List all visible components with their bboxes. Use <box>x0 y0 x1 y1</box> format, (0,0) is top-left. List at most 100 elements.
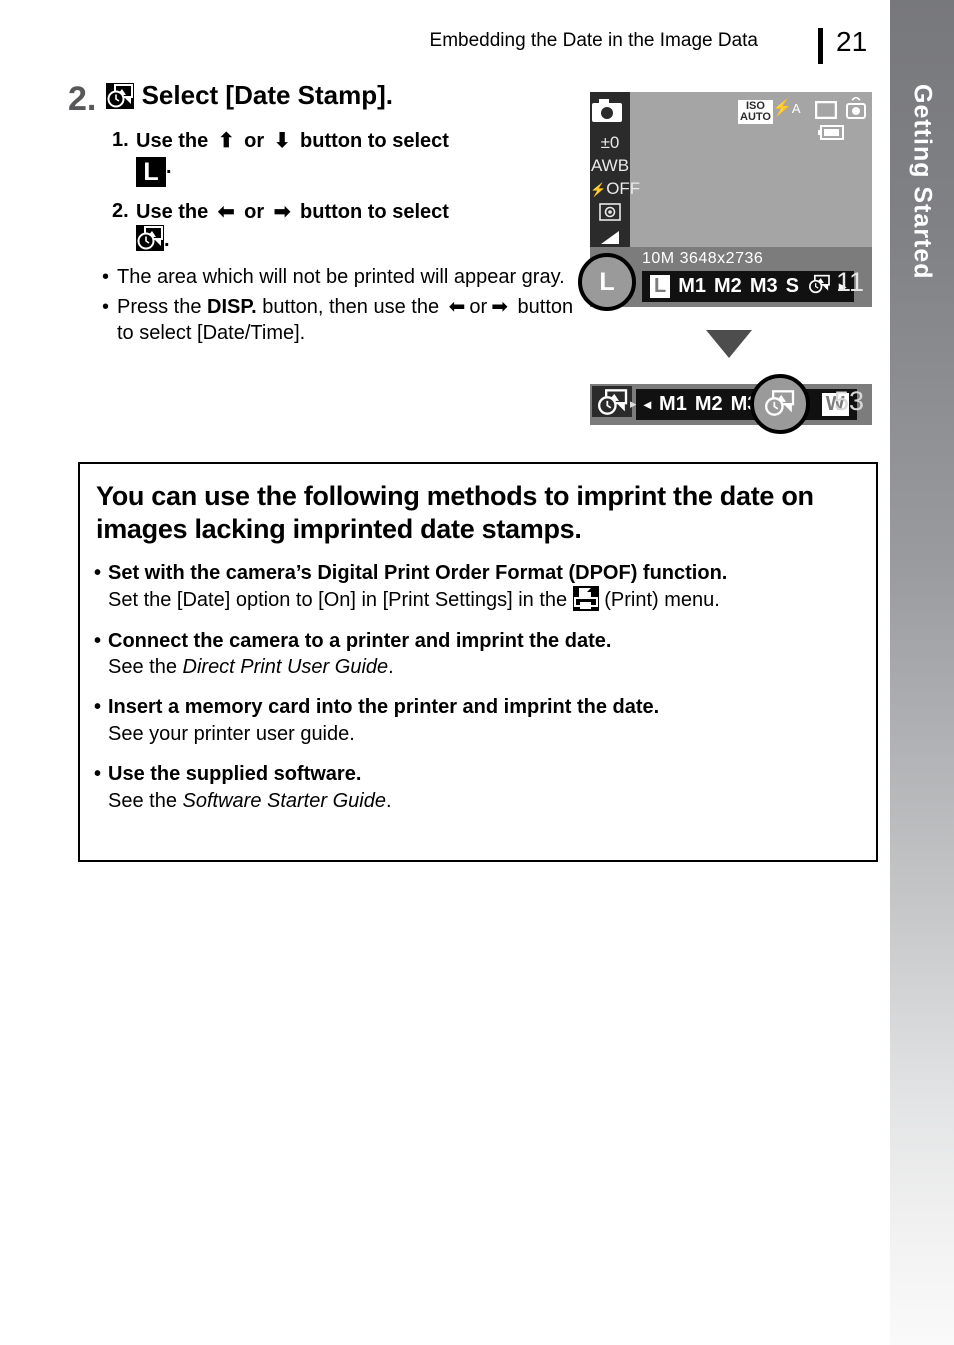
substep-1-period: . <box>166 155 172 178</box>
info-item-1-title: Set with the camera’s Digital Print Orde… <box>108 561 728 584</box>
large-size-icon: L <box>136 156 166 187</box>
shots-remaining: 11 <box>835 267 864 297</box>
substep-2-text-after: button to select <box>300 200 449 223</box>
info-item-3-title-row: • Insert a memory card into the printer … <box>94 694 860 720</box>
note-2-or: or <box>469 295 488 318</box>
step-title-line: Select [Date Stamp]. <box>106 81 393 109</box>
callout-circle-date-stamp <box>750 374 810 434</box>
step-heading: 2. Select [Date Stamp]. <box>68 80 588 118</box>
frame-icon <box>814 100 838 124</box>
info-item-3: • Insert a memory card into the printer … <box>94 694 860 747</box>
info-item-2-sub: See the Direct Print User Guide. <box>108 654 860 680</box>
flash-off-icon: ⚡OFF <box>590 179 641 198</box>
bullet-icon: • <box>102 265 110 288</box>
substep-2-number: 2. <box>112 199 129 222</box>
info-box: You can use the following methods to imp… <box>78 462 878 862</box>
current-mode-date-stamp-icon <box>592 386 632 417</box>
substep-1-or: or <box>244 130 265 152</box>
print-icon <box>572 586 599 612</box>
software-starter-guide-title: Software Starter Guide <box>182 789 386 812</box>
info-item-4-title-row: • Use the supplied software. <box>94 761 860 787</box>
shots-remaining-2: 53 <box>833 386 864 416</box>
substep-1-text-after: button to select <box>300 130 449 152</box>
substep-2-text-before: Use the <box>136 200 209 223</box>
section-tab-getting-started: Getting Started <box>890 0 954 1345</box>
info-item-4: • Use the supplied software. See the Sof… <box>94 761 860 814</box>
substep-1-text-before: Use the <box>136 130 209 152</box>
substep-1-body: Use the ⬆ or ⬇ button to select L. <box>136 129 449 187</box>
option-M3[interactable]: M3 <box>750 275 778 298</box>
step-notes: • The area which will not be printed wil… <box>102 264 588 346</box>
callout-label: L <box>599 268 615 296</box>
image-size-options[interactable]: L M1 M2 M3 S ▸ <box>642 271 854 302</box>
info-item-4-sub-after: . <box>385 789 392 812</box>
date-stamp-icon <box>136 225 164 252</box>
arrow-left-icon: ⬅ <box>448 295 466 318</box>
date-stamp-icon <box>106 83 135 109</box>
info-item-1-sub: Set the [Date] option to [On] in [Print … <box>108 586 860 613</box>
callout-circle-large-size: L <box>578 253 636 311</box>
page-title: Embedding the Date in the Image Data <box>429 30 758 51</box>
note-2-text: Press the DISP. button, then use the ⬅ or… <box>117 294 588 346</box>
bullet-icon: • <box>94 696 102 719</box>
note-2-text-1: Press the <box>117 295 208 318</box>
exposure-compensation-value: ±0 <box>600 133 620 152</box>
iso-badge: ISO AUTO <box>738 100 773 124</box>
camera-shake-icon <box>846 96 866 126</box>
substep-1: 1. Use the ⬆ or ⬇ button to select L. <box>112 129 588 187</box>
bullet-icon: • <box>94 763 102 786</box>
resolution-size: 3648x2736 <box>679 250 764 267</box>
arrow-left-icon: ⬅ <box>217 200 235 223</box>
info-item-2-sub-after: . <box>388 656 394 679</box>
direct-print-user-guide-title: Direct Print User Guide <box>182 656 389 679</box>
down-triangle-icon <box>706 330 752 358</box>
resolution-text: 10M 3648x2736 <box>642 250 763 268</box>
camera-mode-icon <box>590 92 630 129</box>
info-item-3-title: Insert a memory card into the printer an… <box>108 696 660 719</box>
note-2: • Press the DISP. button, then use the ⬅… <box>102 294 588 346</box>
option-S[interactable]: S <box>786 275 799 298</box>
image-size-options-2[interactable]: ◂ M1 M2 M3 S W <box>636 389 857 420</box>
info-item-1-title-row: • Set with the camera’s Digital Print Or… <box>94 560 860 586</box>
substep-2-body: Use the ⬅ or ➡ button to select . <box>136 200 449 254</box>
header-divider <box>818 28 823 64</box>
step-section: 2. Select [Date Stamp]. 1. Use the ⬆ or … <box>68 80 588 346</box>
info-item-2-title-row: • Connect the camera to a printer and im… <box>94 628 860 654</box>
option-L[interactable]: L <box>650 275 671 298</box>
option-M2[interactable]: M2 <box>695 393 723 416</box>
arrow-down-icon: ⬇ <box>273 130 291 152</box>
info-item-4-title: Use the supplied software. <box>108 763 362 786</box>
info-item-1-sub-after: (Print) menu. <box>598 589 720 612</box>
battery-icon <box>818 125 844 145</box>
option-date-stamp-icon[interactable] <box>807 274 831 300</box>
info-item-4-sub: See the Software Starter Guide. <box>108 788 860 814</box>
substep-2-or: or <box>244 200 265 223</box>
note-1-text: The area which will not be printed will … <box>117 265 565 288</box>
disp-button-label: DISP. <box>207 295 257 318</box>
camera-lcd-screenshot: ±0 AWB ⚡OFF ISO AUTO ⚡A 10M 3648x2736 L … <box>578 92 872 311</box>
white-balance-value: AWB <box>590 156 630 175</box>
note-2-text-2: button, then use the <box>256 295 445 318</box>
info-item-4-sub-before: See the <box>108 789 183 812</box>
arrow-right-icon: ➡ <box>273 200 291 223</box>
option-M1[interactable]: M1 <box>659 393 687 416</box>
note-1: • The area which will not be printed wil… <box>102 264 588 290</box>
arrow-right-icon: ➡ <box>491 295 508 318</box>
info-item-1: • Set with the camera’s Digital Print Or… <box>94 560 860 614</box>
section-tab-label: Getting Started <box>908 84 937 280</box>
option-M2[interactable]: M2 <box>714 275 742 298</box>
arrow-up-icon: ⬆ <box>217 130 235 152</box>
step-number: 2. <box>68 80 97 118</box>
flash-off-label: OFF <box>606 179 641 198</box>
flash-auto-icon: ⚡A <box>772 100 801 117</box>
options-prev-arrow-icon[interactable]: ◂ <box>644 396 651 413</box>
info-item-1-sub-before: Set the [Date] option to [On] in [Print … <box>108 589 573 612</box>
info-item-2: • Connect the camera to a printer and im… <box>94 628 860 681</box>
camera-lcd-screenshot-2: ▸ ◂ M1 M2 M3 S W 53 <box>590 374 872 434</box>
option-M1[interactable]: M1 <box>678 275 706 298</box>
bullet-icon: • <box>102 295 110 318</box>
substep-2-period: . <box>164 229 170 252</box>
page-number: 21 <box>836 26 868 57</box>
info-item-2-title: Connect the camera to a printer and impr… <box>108 629 612 652</box>
substep-2: 2. Use the ⬅ or ➡ button to select . <box>112 200 588 254</box>
